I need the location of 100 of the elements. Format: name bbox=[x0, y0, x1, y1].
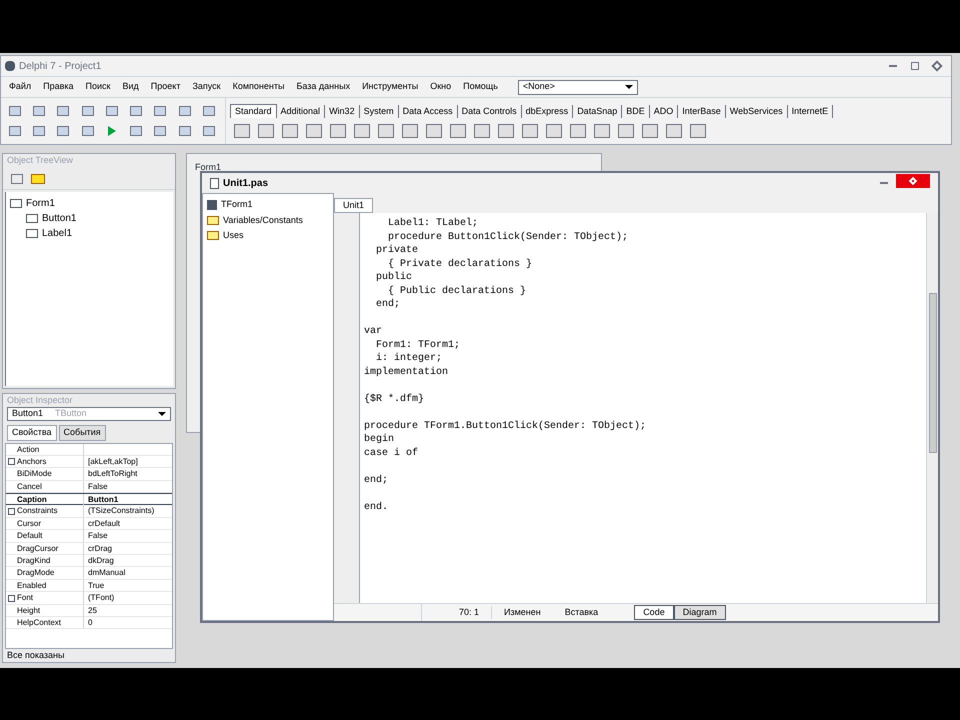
menu-item[interactable]: Окно bbox=[430, 80, 452, 94]
palette-tab[interactable]: Data Access bbox=[398, 104, 458, 118]
scrollbar[interactable] bbox=[926, 213, 938, 603]
component-icon[interactable] bbox=[594, 124, 610, 138]
code-line: public bbox=[375, 271, 414, 284]
component-icon[interactable] bbox=[690, 124, 706, 138]
component-icon[interactable] bbox=[282, 124, 298, 138]
property-name: Enabled bbox=[17, 580, 46, 592]
property-row[interactable]: Action bbox=[6, 444, 172, 456]
property-row[interactable]: Cancel False bbox=[6, 480, 172, 494]
property-row[interactable]: Enabled True bbox=[6, 580, 172, 592]
tool-icon bbox=[106, 106, 118, 116]
palette-tab[interactable]: WebServices bbox=[726, 104, 788, 118]
property-row[interactable]: HelpContext 0 bbox=[6, 616, 172, 630]
property-row[interactable]: Caption Button1 bbox=[6, 493, 172, 506]
component-icon[interactable] bbox=[546, 124, 562, 138]
component-icon[interactable] bbox=[258, 124, 274, 138]
code-line: procedure TForm1.Button1Click(Sender: TObject); bbox=[364, 420, 648, 433]
tool-icon bbox=[154, 106, 166, 116]
window-title: Form1 bbox=[194, 162, 222, 172]
palette-tab[interactable]: Standard bbox=[230, 104, 277, 118]
explorer-item[interactable]: TForm1 bbox=[221, 198, 252, 212]
menu-item[interactable]: Компоненты bbox=[232, 80, 284, 94]
palette-tab[interactable]: dbExpress bbox=[522, 104, 574, 118]
component-icon[interactable] bbox=[666, 124, 682, 138]
panel-title: Object TreeView bbox=[6, 154, 74, 167]
property-value: (TSizeConstraints) bbox=[87, 505, 156, 518]
palette-tab[interactable]: BDE bbox=[622, 104, 650, 118]
property-value: False bbox=[87, 480, 109, 493]
folder-icon bbox=[207, 231, 219, 240]
menu-item[interactable]: Правка bbox=[43, 80, 74, 94]
menu-item[interactable]: Помощь bbox=[463, 80, 498, 94]
palette-tab[interactable]: Data Controls bbox=[458, 104, 522, 118]
menu-item[interactable]: База данных bbox=[296, 80, 350, 94]
component-icon[interactable] bbox=[234, 124, 250, 138]
palette-tab[interactable]: ADO bbox=[650, 104, 678, 118]
component-icon[interactable] bbox=[498, 124, 514, 138]
component-icon[interactable] bbox=[450, 124, 466, 138]
tree-item[interactable]: Form1 bbox=[26, 196, 55, 211]
menu-item[interactable]: Проект bbox=[150, 80, 180, 94]
property-row[interactable]: Default False bbox=[6, 530, 172, 543]
property-row[interactable]: Height 25 bbox=[6, 604, 172, 617]
property-row[interactable]: Font (TFont) bbox=[6, 592, 172, 605]
property-row[interactable]: DragCursor crDrag bbox=[6, 542, 172, 556]
menu-item[interactable]: Запуск bbox=[192, 80, 221, 94]
component-icon[interactable] bbox=[522, 124, 538, 138]
expand-icon[interactable] bbox=[8, 508, 15, 515]
folder-icon[interactable] bbox=[31, 174, 45, 184]
tree-item[interactable]: Button1 bbox=[42, 211, 76, 226]
property-row[interactable]: Anchors [akLeft,akTop] bbox=[6, 456, 172, 468]
tool-icon[interactable] bbox=[11, 174, 23, 184]
expand-icon[interactable] bbox=[8, 458, 15, 466]
code-line: case i of bbox=[364, 446, 420, 460]
palette-tab[interactable]: DataSnap bbox=[573, 104, 622, 118]
view-tab[interactable]: Diagram bbox=[674, 604, 726, 620]
component-icon[interactable] bbox=[354, 124, 370, 138]
inspector-tab[interactable]: События bbox=[58, 425, 106, 440]
close-button[interactable] bbox=[896, 174, 930, 188]
property-value: 25 bbox=[87, 604, 98, 617]
component-icon[interactable] bbox=[642, 124, 658, 138]
property-value: (TFont) bbox=[87, 592, 116, 604]
menu-item[interactable]: Вид bbox=[122, 80, 139, 94]
component-icon[interactable] bbox=[306, 124, 322, 138]
property-value: bdLeftToRight bbox=[87, 468, 138, 480]
code-line: { Private declarations } bbox=[387, 258, 534, 271]
palette-tab[interactable]: InterBase bbox=[678, 104, 726, 118]
explorer-item[interactable]: Variables/Constants bbox=[223, 214, 303, 227]
inspector-tab[interactable]: Свойства bbox=[7, 425, 57, 440]
property-row[interactable]: DragKind dkDrag bbox=[6, 555, 172, 568]
palette-tab[interactable]: Additional bbox=[276, 104, 326, 118]
property-row[interactable]: Constraints (TSizeConstraints) bbox=[6, 505, 172, 518]
tool-icon bbox=[178, 106, 191, 116]
view-tab[interactable]: Code bbox=[634, 604, 674, 620]
expand-icon[interactable] bbox=[8, 594, 15, 602]
property-name: DragKind bbox=[17, 555, 50, 568]
palette-tab[interactable]: System bbox=[360, 104, 399, 118]
menu-item[interactable]: Поиск bbox=[86, 80, 110, 94]
palette-tab[interactable]: Win32 bbox=[325, 104, 360, 118]
object-combo[interactable]: Button1 TButton bbox=[7, 407, 171, 421]
tree-item[interactable]: Label1 bbox=[42, 226, 72, 241]
property-row[interactable]: BiDiMode bdLeftToRight bbox=[6, 468, 172, 481]
file-tab[interactable]: Unit1 bbox=[334, 198, 374, 213]
menu-item[interactable]: Файл bbox=[9, 80, 32, 94]
component-icon[interactable] bbox=[330, 124, 346, 138]
component-icon[interactable] bbox=[618, 124, 634, 138]
property-row[interactable]: Cursor crDefault bbox=[6, 518, 172, 530]
layout-combo[interactable]: <None> bbox=[518, 80, 638, 94]
property-row[interactable]: DragMode dmManual bbox=[6, 567, 172, 580]
component-icon[interactable] bbox=[426, 124, 442, 138]
palette-tab[interactable]: InternetE bbox=[788, 104, 834, 118]
menu-item[interactable]: Инструменты bbox=[362, 80, 418, 94]
explorer-item[interactable]: Uses bbox=[223, 229, 244, 242]
tool-icon bbox=[154, 126, 166, 136]
component-icon[interactable] bbox=[474, 124, 490, 138]
component-icon[interactable] bbox=[570, 124, 586, 138]
property-value: dkDrag bbox=[87, 555, 115, 568]
code-line: end; bbox=[375, 298, 402, 312]
component-icon[interactable] bbox=[378, 124, 394, 138]
component-icon[interactable] bbox=[402, 124, 418, 138]
app-icon bbox=[5, 61, 15, 71]
